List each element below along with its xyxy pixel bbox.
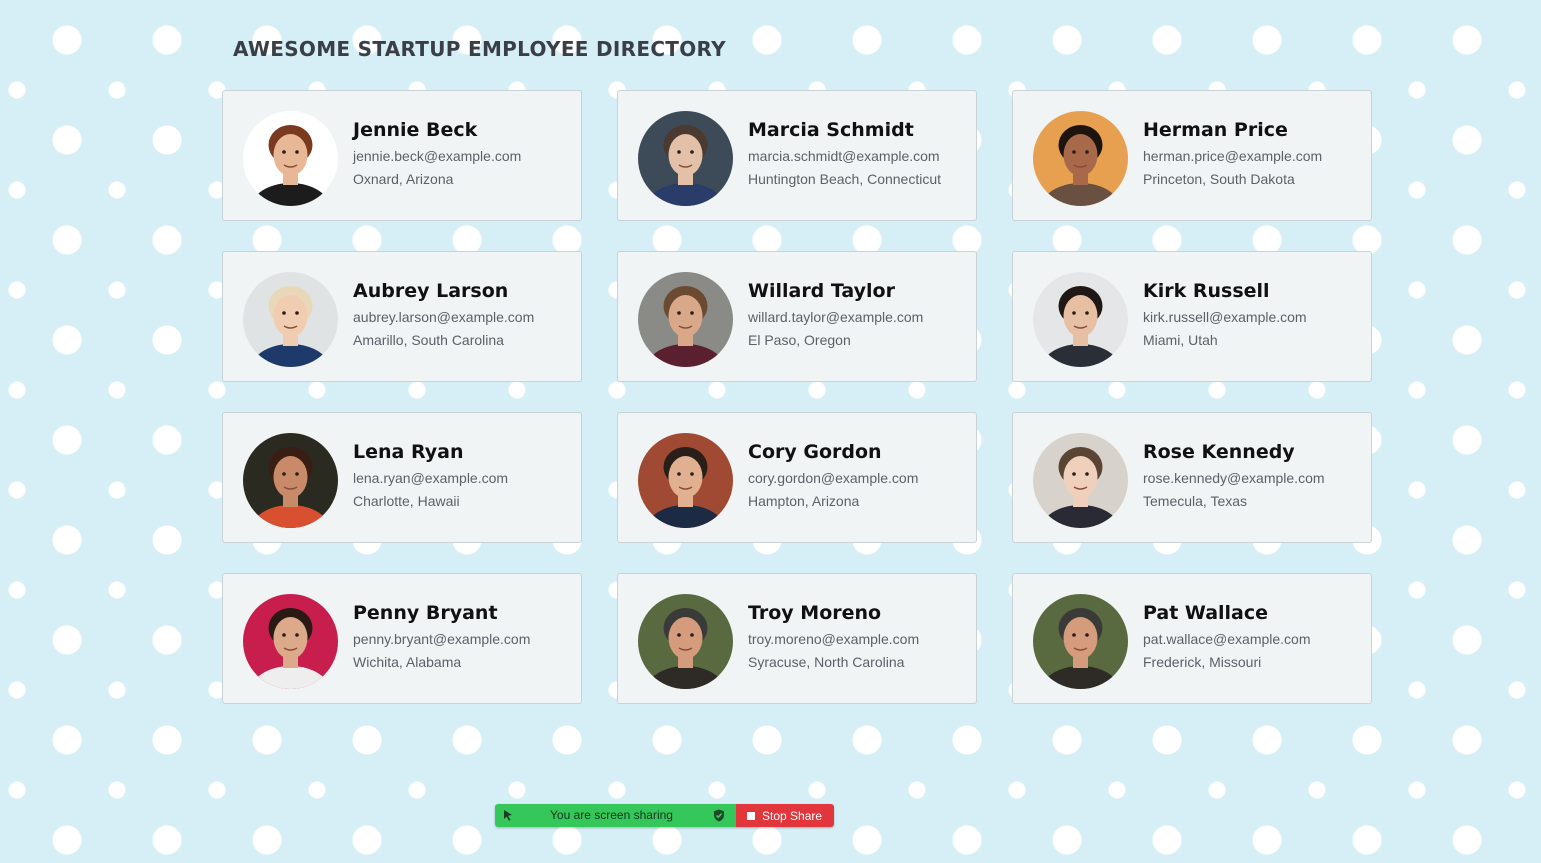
avatar [1033, 433, 1128, 528]
avatar [1033, 272, 1128, 367]
employee-name: Herman Price [1143, 119, 1288, 141]
employee-name: Lena Ryan [353, 441, 464, 463]
employee-info: Kirk Russell kirk.russell@example.com Miam… [1143, 279, 1361, 349]
employee-info: Cory Gordon cory.gordon@example.com Hampto… [748, 440, 966, 510]
employee-name: Jennie Beck [353, 119, 478, 141]
avatar [243, 111, 338, 206]
employee-card[interactable]: Kirk Russell kirk.russell@example.com Miam… [1012, 251, 1372, 382]
employee-email: lena.ryan@example.com [353, 470, 509, 486]
employee-info: Jennie Beck jennie.beck@example.com Oxnard… [353, 118, 571, 188]
avatar [1033, 594, 1128, 689]
employee-name: Penny Bryant [353, 602, 498, 624]
employee-email: troy.moreno@example.com [748, 631, 920, 647]
employee-info: Marcia Schmidt marcia.schmidt@example.com… [748, 118, 966, 188]
screen-share-bar: You are screen sharing Stop Share [495, 804, 834, 827]
employee-card[interactable]: Lena Ryan lena.ryan@example.com Charlotte,… [222, 412, 582, 543]
employee-card[interactable]: Cory Gordon cory.gordon@example.com Hampto… [617, 412, 977, 543]
employee-card[interactable]: Pat Wallace pat.wallace@example.com Freder… [1012, 573, 1372, 704]
employee-email: kirk.russell@example.com [1143, 309, 1307, 325]
employee-location: Miami, Utah [1143, 332, 1218, 348]
employee-location: Huntington Beach, Connecticut [748, 171, 942, 187]
employee-email: willard.taylor@example.com [748, 309, 924, 325]
avatar [243, 594, 338, 689]
employee-location: Temecula, Texas [1143, 493, 1248, 509]
screen-sharing-indicator[interactable]: You are screen sharing [495, 804, 736, 827]
employee-location: Amarillo, South Carolina [353, 332, 504, 348]
employee-email: jennie.beck@example.com [353, 148, 522, 164]
employee-card[interactable]: Troy Moreno troy.moreno@example.com Syracu… [617, 573, 977, 704]
shield-check-icon [713, 809, 725, 825]
employee-email: herman.price@example.com [1143, 148, 1323, 164]
employee-info: Pat Wallace pat.wallace@example.com Freder… [1143, 601, 1361, 671]
employee-info: Troy Moreno troy.moreno@example.com Syracu… [748, 601, 966, 671]
stop-share-label: Stop Share [762, 808, 823, 823]
employee-email: aubrey.larson@example.com [353, 309, 535, 325]
employee-info: Willard Taylor willard.taylor@example.com… [748, 279, 966, 349]
avatar [243, 433, 338, 528]
employee-email: marcia.schmidt@example.com [748, 148, 940, 164]
employee-info: Herman Price herman.price@example.com Prin… [1143, 118, 1361, 188]
employee-info: Rose Kennedy rose.kennedy@example.com Teme… [1143, 440, 1361, 510]
employee-email: rose.kennedy@example.com [1143, 470, 1325, 486]
employee-card[interactable]: Penny Bryant penny.bryant@example.com Wich… [222, 573, 582, 704]
drag-handle-icon[interactable] [501, 808, 515, 825]
employee-card[interactable]: Rose Kennedy rose.kennedy@example.com Teme… [1012, 412, 1372, 543]
employee-name: Aubrey Larson [353, 280, 509, 302]
employee-name: Pat Wallace [1143, 602, 1269, 624]
employee-name: Kirk Russell [1143, 280, 1270, 302]
employee-name: Cory Gordon [748, 441, 882, 463]
employee-location: Princeton, South Dakota [1143, 171, 1295, 187]
employee-info: Lena Ryan lena.ryan@example.com Charlotte,… [353, 440, 571, 510]
avatar [243, 272, 338, 367]
avatar [638, 111, 733, 206]
employee-email: penny.bryant@example.com [353, 631, 531, 647]
employee-location: Frederick, Missouri [1143, 654, 1262, 670]
avatar [638, 272, 733, 367]
employee-info: Aubrey Larson aubrey.larson@example.com Am… [353, 279, 571, 349]
employee-location: Syracuse, North Carolina [748, 654, 905, 670]
employee-card[interactable]: Jennie Beck jennie.beck@example.com Oxnard… [222, 90, 582, 221]
employee-email: cory.gordon@example.com [748, 470, 919, 486]
employee-card[interactable]: Willard Taylor willard.taylor@example.com… [617, 251, 977, 382]
employee-name: Willard Taylor [748, 280, 895, 302]
stop-icon [747, 811, 755, 820]
employee-location: Wichita, Alabama [353, 654, 462, 670]
employee-location: El Paso, Oregon [748, 332, 851, 348]
stop-share-button[interactable]: Stop Share [736, 804, 834, 827]
employee-email: pat.wallace@example.com [1143, 631, 1311, 647]
employee-name: Troy Moreno [748, 602, 882, 624]
employee-location: Charlotte, Hawaii [353, 493, 460, 509]
page-title: AWESOME STARTUP EMPLOYEE DIRECTORY [233, 37, 726, 61]
avatar [638, 433, 733, 528]
employee-name: Marcia Schmidt [748, 119, 914, 141]
employee-card[interactable]: Aubrey Larson aubrey.larson@example.com Am… [222, 251, 582, 382]
employee-location: Hampton, Arizona [748, 493, 860, 509]
avatar [638, 594, 733, 689]
employee-location: Oxnard, Arizona [353, 171, 454, 187]
screen-sharing-message: You are screen sharing [550, 808, 673, 822]
employee-card[interactable]: Marcia Schmidt marcia.schmidt@example.com… [617, 90, 977, 221]
employee-card[interactable]: Herman Price herman.price@example.com Prin… [1012, 90, 1372, 221]
employee-info: Penny Bryant penny.bryant@example.com Wich… [353, 601, 571, 671]
employee-grid: Jennie Beck jennie.beck@example.com Oxnard… [222, 90, 1372, 704]
avatar [1033, 111, 1128, 206]
employee-name: Rose Kennedy [1143, 441, 1295, 463]
